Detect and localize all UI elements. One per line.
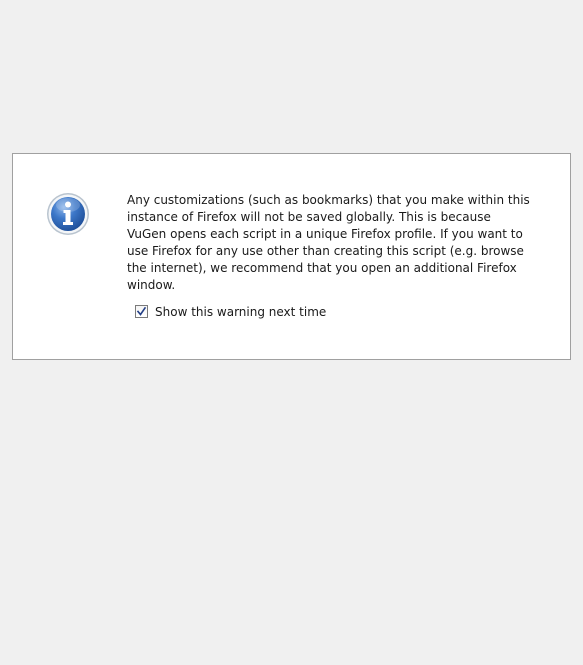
info-icon [46,192,90,236]
warning-message: Any customizations (such as bookmarks) t… [127,193,530,292]
show-warning-checkbox[interactable] [135,305,148,318]
show-warning-label[interactable]: Show this warning next time [155,305,326,319]
show-warning-option[interactable]: Show this warning next time [135,304,326,319]
warning-dialog-panel: Any customizations (such as bookmarks) t… [12,153,571,360]
checkmark-icon [136,306,147,316]
